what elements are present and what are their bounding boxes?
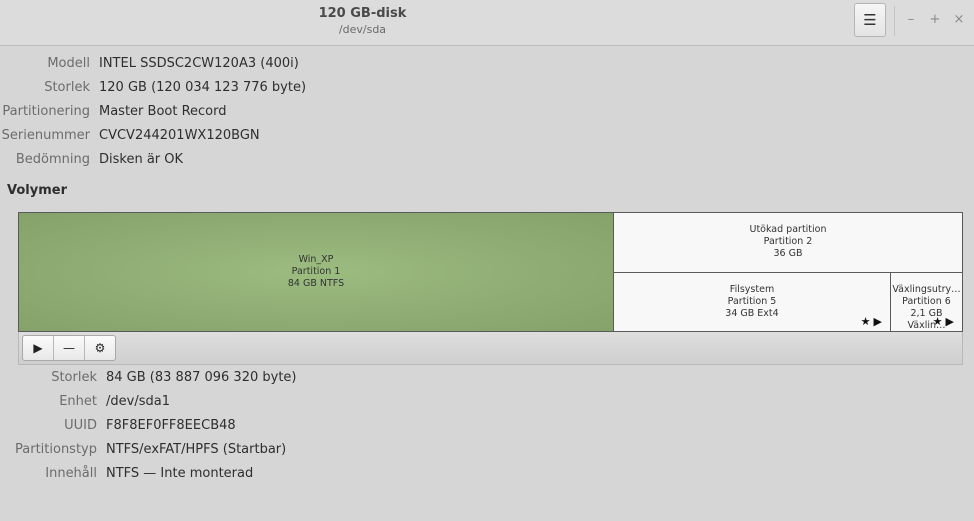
partition-5-number: Partition 5 xyxy=(727,296,777,307)
volume-contents-value: NTFS — Inte monterad xyxy=(106,466,254,481)
volume-size-label: Storlek xyxy=(51,370,97,385)
partition-5-block[interactable]: Filsystem Partition 5 34 GB Ext4 ★▶ xyxy=(614,273,891,331)
volume-info-row: UUID xyxy=(0,416,97,436)
disk-size-label: Storlek xyxy=(44,80,90,95)
volume-device-value: /dev/sda1 xyxy=(106,394,170,409)
extended-partition-size: 36 GB xyxy=(773,248,803,259)
partition-1-number: Partition 1 xyxy=(291,266,341,277)
disk-assessment-label: Bedömning xyxy=(15,152,90,167)
partition-1-size: 84 GB NTFS xyxy=(287,278,345,289)
volume-uuid-label: UUID xyxy=(64,418,97,433)
disk-assessment-value: Disken är OK xyxy=(99,152,184,167)
volume-toolbar: ▶ — ⚙ xyxy=(18,332,963,365)
maximize-button[interactable]: + xyxy=(926,10,944,30)
window-title: 120 GB-disk xyxy=(318,6,407,21)
header-separator xyxy=(894,6,895,36)
volume-type-label: Partitionstyp xyxy=(15,442,97,457)
settings-gear-icon[interactable]: ⚙ xyxy=(85,336,115,360)
disk-partitioning-label: Partitionering xyxy=(2,104,90,119)
partition-5-name: Filsystem xyxy=(729,284,775,295)
disk-info-row: Modell xyxy=(0,54,90,74)
disk-serial-value: CVCV244201WX120BGN xyxy=(99,128,260,143)
extended-partition-number: Partition 2 xyxy=(763,236,813,247)
volume-size-value: 84 GB (83 887 096 320 byte) xyxy=(106,370,297,385)
extended-partition-name: Utökad partition xyxy=(749,224,827,235)
disk-info-row: Serienummer xyxy=(0,126,90,146)
volume-info-row: Storlek xyxy=(0,368,97,388)
disk-info-row: Storlek xyxy=(0,78,90,98)
disk-info-row: Partitionering xyxy=(0,102,90,122)
disk-info-row: Bedömning xyxy=(0,150,90,170)
partition-6-block[interactable]: Växlingsutry… Partition 6 2,1 GB Växlin…… xyxy=(891,273,962,331)
mount-play-button[interactable]: ▶ xyxy=(23,336,54,360)
disk-partitioning-value: Master Boot Record xyxy=(99,104,227,119)
close-button[interactable]: × xyxy=(950,10,968,30)
partition-6-name: Växlingsutry… xyxy=(892,284,961,295)
partition-5-flags-icon: ★▶ xyxy=(860,315,885,328)
disk-model-value: INTEL SSDSC2CW120A3 (400i) xyxy=(99,56,299,71)
disk-model-label: Modell xyxy=(47,56,90,71)
partition-6-number: Partition 6 xyxy=(902,296,951,307)
disk-size-value: 120 GB (120 034 123 776 byte) xyxy=(99,80,307,95)
volume-device-label: Enhet xyxy=(59,394,97,409)
volume-info-row: Enhet xyxy=(0,392,97,412)
volumes-heading: Volymer xyxy=(7,183,67,198)
disk-serial-label: Serienummer xyxy=(1,128,90,143)
volume-actions: ▶ — ⚙ xyxy=(22,335,116,361)
partition-6-flags-icon: ★▶ xyxy=(932,315,957,328)
minimize-button[interactable]: – xyxy=(902,10,920,30)
delete-partition-button[interactable]: — xyxy=(54,336,85,360)
volume-contents-label: Innehåll xyxy=(45,466,97,481)
volume-type-value: NTFS/exFAT/HPFS (Startbar) xyxy=(106,442,287,457)
header-bar: 120 GB-disk /dev/sda ☰ – + × xyxy=(0,0,974,46)
menu-button[interactable]: ☰ xyxy=(854,3,886,37)
window-subtitle: /dev/sda xyxy=(338,23,387,36)
extended-partition-block[interactable]: Utökad partition Partition 2 36 GB xyxy=(614,213,962,273)
partition-5-size: 34 GB Ext4 xyxy=(725,308,779,319)
hamburger-icon: ☰ xyxy=(863,11,877,29)
volume-info-row: Innehåll xyxy=(0,464,97,484)
volume-info-row: Partitionstyp xyxy=(0,440,97,460)
partition-1-block[interactable]: Win_XP Partition 1 84 GB NTFS xyxy=(19,213,614,331)
volume-uuid-value: F8F8EF0FF8EECB48 xyxy=(106,418,236,433)
partition-1-name: Win_XP xyxy=(298,254,334,265)
volume-map: Win_XP Partition 1 84 GB NTFS Utökad par… xyxy=(18,212,963,332)
